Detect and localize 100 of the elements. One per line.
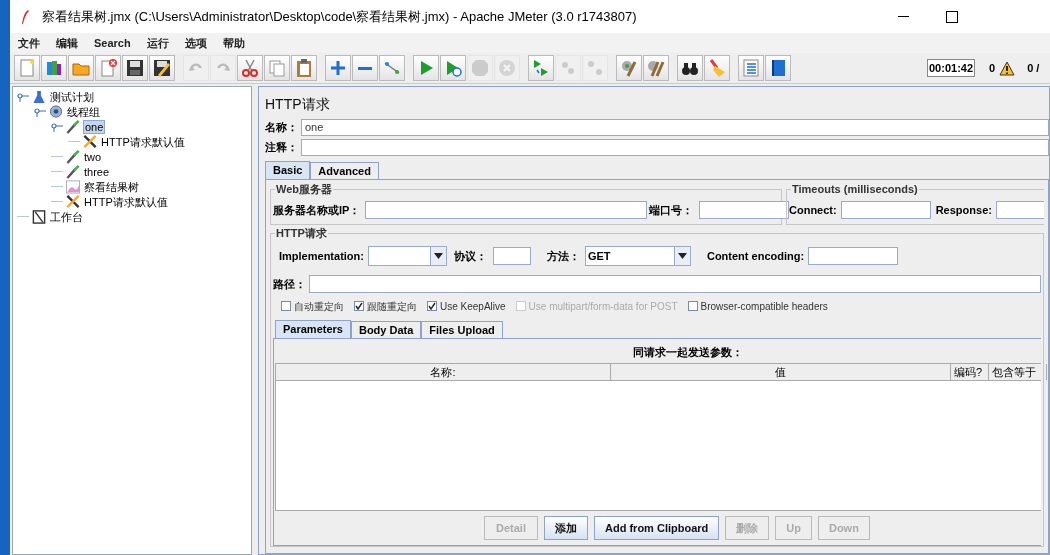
tree-node-label[interactable]: 线程组 xyxy=(66,104,101,119)
remote-exit-icon xyxy=(585,58,605,78)
broom-gear-icon xyxy=(619,58,639,78)
button[interactable]: 添加 xyxy=(544,516,588,540)
text-field[interactable] xyxy=(699,201,790,219)
field-label: 方法： xyxy=(546,248,580,264)
text-field[interactable] xyxy=(365,201,648,219)
field-label: Connect: xyxy=(789,202,837,218)
plus-icon xyxy=(328,58,348,78)
broom-icon xyxy=(707,58,727,78)
field-label: 路径： xyxy=(273,276,307,292)
text-field[interactable] xyxy=(492,247,531,265)
checkbox[interactable]: Browser-compatible headers xyxy=(687,298,828,314)
books-icon xyxy=(44,58,64,78)
tab[interactable]: Body Data xyxy=(350,321,422,338)
pipette-icon xyxy=(65,164,81,179)
checkbox[interactable]: 跟随重定向 xyxy=(354,298,417,314)
broom-gear-icon xyxy=(646,58,666,78)
chart-icon xyxy=(65,179,81,194)
feather-icon xyxy=(20,8,30,25)
tree-node-label[interactable]: 测试计划 xyxy=(49,89,95,104)
tree-node-label[interactable]: two xyxy=(83,149,103,164)
toolbar-button[interactable] xyxy=(765,55,791,81)
panel-title: HTTP请求 xyxy=(265,95,331,112)
tree-node-label[interactable]: 工作台 xyxy=(49,209,84,224)
button[interactable]: Add from Clipboard xyxy=(594,516,720,540)
field-label: Response: xyxy=(935,202,992,218)
error-count: 0 xyxy=(989,60,996,76)
dropdown[interactable]: GET xyxy=(584,246,691,266)
tree-node-label[interactable]: 察看结果树 xyxy=(83,179,140,194)
elapsed-time: 00:01:42 xyxy=(927,59,976,77)
menu-item[interactable]: 运行 xyxy=(144,34,171,52)
checkbox[interactable]: 自动重定向 xyxy=(281,298,344,314)
toolbar-button[interactable] xyxy=(149,55,175,81)
table-caption: 同请求一起发送参数： xyxy=(631,345,744,360)
warning-icon xyxy=(999,60,1016,76)
toolbar-button[interactable] xyxy=(41,55,67,81)
check-icon xyxy=(428,302,436,310)
pipette-icon xyxy=(65,119,81,134)
menu-item[interactable]: 帮助 xyxy=(220,34,247,52)
shutdown-icon xyxy=(497,58,517,78)
menu-item[interactable]: 选项 xyxy=(182,34,209,52)
expand-handle[interactable] xyxy=(17,91,29,102)
check-icon xyxy=(355,302,363,310)
maximize-button[interactable] xyxy=(946,10,958,23)
checkbox[interactable]: Use KeepAlive xyxy=(427,298,506,314)
group-label: Web服务器 xyxy=(275,182,334,196)
dropdown[interactable] xyxy=(367,246,447,266)
column-header[interactable]: 包含等于 xyxy=(989,364,1047,380)
field-label: 协议： xyxy=(453,248,487,264)
field-label: Content encoding: xyxy=(706,248,805,264)
list-icon xyxy=(741,58,761,78)
tree-node-label[interactable]: one xyxy=(83,119,106,134)
tab[interactable]: Advanced xyxy=(310,162,379,179)
wrench-screwdriver-icon xyxy=(65,194,81,209)
toolbar-button[interactable] xyxy=(677,55,703,81)
scissors-icon xyxy=(240,58,260,78)
menu-item[interactable]: 编辑 xyxy=(54,34,80,52)
column-header[interactable]: 值 xyxy=(611,364,951,380)
toolbar-button[interactable] xyxy=(122,55,148,81)
column-header[interactable]: 编码? xyxy=(951,364,989,380)
expand-handle[interactable] xyxy=(51,121,63,132)
workbench-icon xyxy=(31,209,47,224)
tab[interactable]: Files Upload xyxy=(421,321,503,338)
column-header[interactable]: 名称: xyxy=(276,364,611,380)
gear-icon xyxy=(48,104,64,119)
stop-icon xyxy=(470,58,490,78)
field-label: 注释： xyxy=(265,139,299,155)
text-field[interactable] xyxy=(808,247,899,265)
window-title: 察看结果树.jmx (C:\Users\Administrator\Desktop\code\察看结果树.jmx) - Apache JMeter (3.0 r1743807) xyxy=(42,7,637,26)
thread-count: 0 / xyxy=(1027,60,1040,76)
caret-icon xyxy=(429,247,446,265)
text-field[interactable]: one xyxy=(301,118,1049,136)
pipette-icon xyxy=(65,149,81,164)
field-label: 端口号： xyxy=(649,202,694,218)
tree-node-label[interactable]: three xyxy=(83,164,111,179)
menu-item[interactable]: 文件 xyxy=(16,34,42,52)
clipboard-icon xyxy=(294,58,314,78)
caret-icon xyxy=(673,247,690,265)
field-label: 名称： xyxy=(265,119,299,135)
copy-icon xyxy=(267,58,287,78)
minus-icon xyxy=(358,66,372,70)
close-document-icon xyxy=(98,58,118,78)
text-field[interactable] xyxy=(301,138,1049,156)
wrench-screwdriver-icon xyxy=(82,134,98,149)
floppy-pencil-icon xyxy=(152,58,172,78)
field-label: 服务器名称或IP： xyxy=(273,202,361,218)
text-field[interactable] xyxy=(840,201,931,219)
expand-handle[interactable] xyxy=(34,106,46,117)
flask-icon xyxy=(31,89,47,104)
tree-node-label[interactable]: HTTP请求默认值 xyxy=(100,134,186,149)
group-label: Timeouts (milliseconds) xyxy=(791,182,919,196)
document-icon xyxy=(17,58,37,78)
tab[interactable]: Basic xyxy=(265,161,311,179)
field-label: Implementation: xyxy=(279,248,364,264)
menu-item[interactable]: Search xyxy=(92,34,133,52)
text-field[interactable] xyxy=(309,275,1041,293)
group-label: HTTP请求 xyxy=(275,226,328,240)
tree-node-label[interactable]: HTTP请求默认值 xyxy=(83,194,169,209)
tab[interactable]: Parameters xyxy=(275,320,351,338)
